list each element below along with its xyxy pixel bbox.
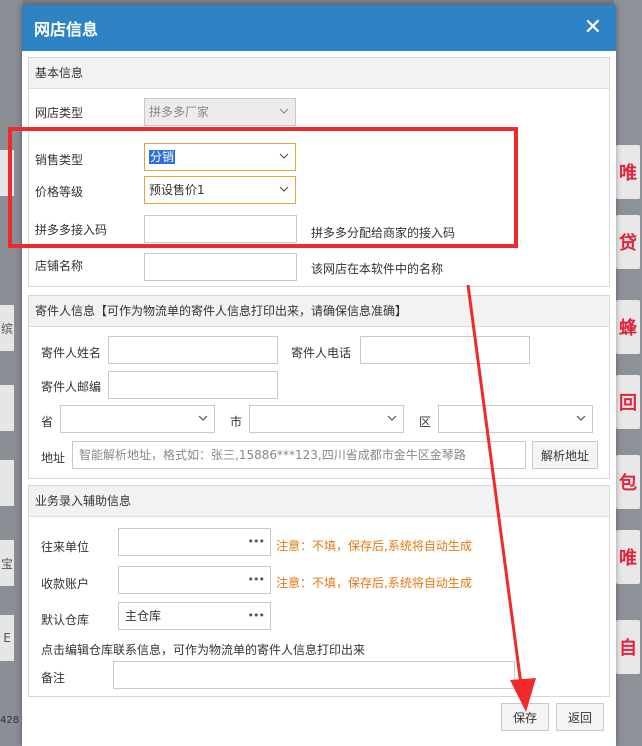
annotation-arrow bbox=[466, 284, 536, 712]
